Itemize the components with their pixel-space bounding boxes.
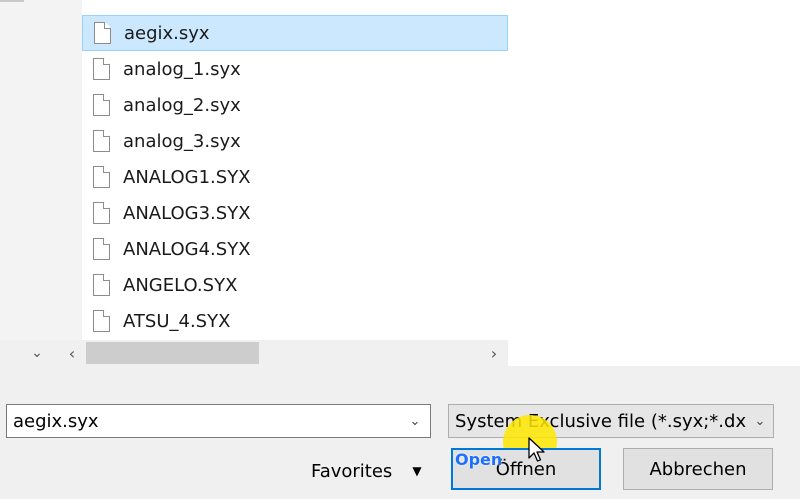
favorites-label: Favorites (311, 460, 393, 482)
document-icon (93, 94, 110, 116)
cancel-button-label: Abbrechen (649, 458, 747, 480)
file-name: ATSU_4.SYX (123, 310, 231, 332)
navigation-pane (0, 0, 82, 340)
file-list-item[interactable]: ATSU_4.SYX (82, 303, 508, 339)
preview-pane (508, 0, 800, 340)
filename-value[interactable]: aegix.syx (7, 411, 400, 432)
triangle-down-icon: ▼ (412, 464, 422, 478)
document-icon (94, 22, 111, 44)
file-name: ANALOG4.SYX (123, 238, 251, 260)
file-name: ANALOG3.SYX (123, 202, 251, 224)
file-list: aegix.syx analog_1.syx analog_2.syx analog_… (82, 15, 508, 340)
file-list-item[interactable]: analog_3.syx (82, 123, 508, 159)
mouse-pointer-icon (528, 437, 545, 462)
file-list-item[interactable]: aegix.syx (82, 15, 508, 51)
file-list-item[interactable]: analog_1.syx (82, 51, 508, 87)
file-name: analog_2.syx (123, 94, 241, 116)
scroll-right-button[interactable]: › (482, 340, 506, 366)
document-icon (93, 166, 110, 188)
favorites-button[interactable]: Favorites ▼ (300, 454, 430, 488)
filename-input[interactable]: aegix.syx ⌄ (6, 404, 431, 438)
file-list-item[interactable]: ANGELO.SYX (82, 267, 508, 303)
open-tooltip: Open (455, 450, 503, 469)
open-button-label: Öffnen (495, 458, 557, 480)
cancel-button[interactable]: Abbrechen (623, 448, 773, 490)
chevron-down-icon[interactable]: ⌄ (400, 414, 430, 429)
file-list-item[interactable]: ANALOG4.SYX (82, 231, 508, 267)
document-icon (93, 310, 110, 332)
scroll-left-button[interactable]: ‹ (60, 340, 84, 366)
document-icon (93, 130, 110, 152)
header-edge (0, 0, 24, 2)
document-icon (93, 202, 110, 224)
chevron-down-icon[interactable]: ⌄ (747, 413, 773, 429)
pane-filler (508, 340, 800, 366)
file-name: aegix.syx (124, 22, 210, 44)
file-name: analog_3.syx (123, 130, 241, 152)
document-icon (93, 238, 110, 260)
file-name: analog_1.syx (123, 58, 241, 80)
file-list-item[interactable]: analog_2.syx (82, 87, 508, 123)
document-icon (93, 274, 110, 296)
scrollbar-thumb[interactable] (86, 342, 259, 364)
chevron-down-icon[interactable]: ⌄ (24, 340, 50, 366)
file-name: ANALOG1.SYX (123, 166, 251, 188)
file-name: ANGELO.SYX (123, 274, 238, 296)
file-list-item[interactable]: ANALOG1.SYX (82, 159, 508, 195)
file-list-item[interactable]: ANALOG3.SYX (82, 195, 508, 231)
filetype-selected-value[interactable]: System Exclusive file (*.syx;*.dx7 (449, 411, 747, 432)
document-icon (93, 58, 110, 80)
filetype-select[interactable]: System Exclusive file (*.syx;*.dx7 ⌄ (448, 404, 774, 438)
